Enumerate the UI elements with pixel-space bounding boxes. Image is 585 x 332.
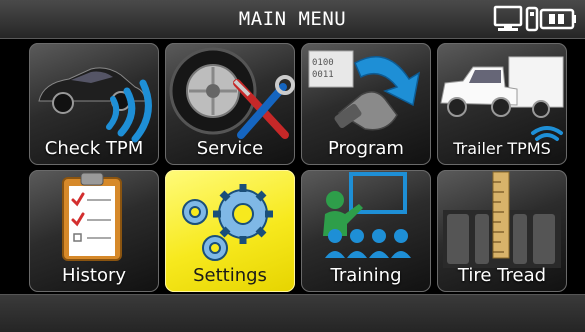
menu-item-history[interactable]: History [29, 170, 159, 292]
tread-gauge-icon [443, 171, 561, 268]
menu-item-trailer-tpms[interactable]: Trailer TPMS [437, 43, 567, 165]
footer-bar [0, 294, 585, 332]
training-icon [323, 172, 411, 258]
menu-item-label: Tire Tread [457, 265, 547, 286]
program-sensor-icon: 0100 0011 [308, 50, 421, 131]
menu-item-label: Training [330, 265, 402, 286]
svg-text:0100: 0100 [312, 58, 334, 68]
computer-icon [493, 5, 523, 31]
menu-item-label: History [61, 265, 127, 286]
tire-tools-icon [169, 47, 295, 139]
menu-item-label: Settings [193, 265, 267, 286]
menu-item-label: Service [196, 138, 264, 159]
menu-grid: Check TPM Service 0100 0011 Program Trai… [0, 40, 585, 294]
menu-item-service[interactable]: Service [165, 43, 295, 165]
menu-item-label: Check TPM [44, 138, 144, 159]
menu-item-tire-tread[interactable]: Tire Tread [437, 170, 567, 292]
menu-item-label: Program [328, 138, 404, 159]
clipboard-icon [62, 172, 122, 261]
header-bar: MAIN MENU [0, 0, 585, 39]
menu-item-training[interactable]: Training [301, 170, 431, 292]
menu-item-check-tpm[interactable]: Check TPM [29, 43, 159, 165]
car-signal-icon [38, 67, 152, 143]
status-icons [493, 5, 576, 32]
usb-plug-icon [525, 6, 539, 32]
menu-item-settings[interactable]: Settings [165, 170, 295, 292]
truck-trailer-icon [440, 56, 564, 141]
menu-item-program[interactable]: 0100 0011 Program [301, 43, 431, 165]
main-menu-screen: MAIN MENU Check TPM Service 0100 0011 Pr… [0, 0, 585, 332]
menu-item-label: Trailer TPMS [453, 139, 551, 158]
gears-icon [182, 184, 273, 261]
svg-text:0011: 0011 [312, 70, 334, 80]
battery-icon [539, 8, 576, 30]
